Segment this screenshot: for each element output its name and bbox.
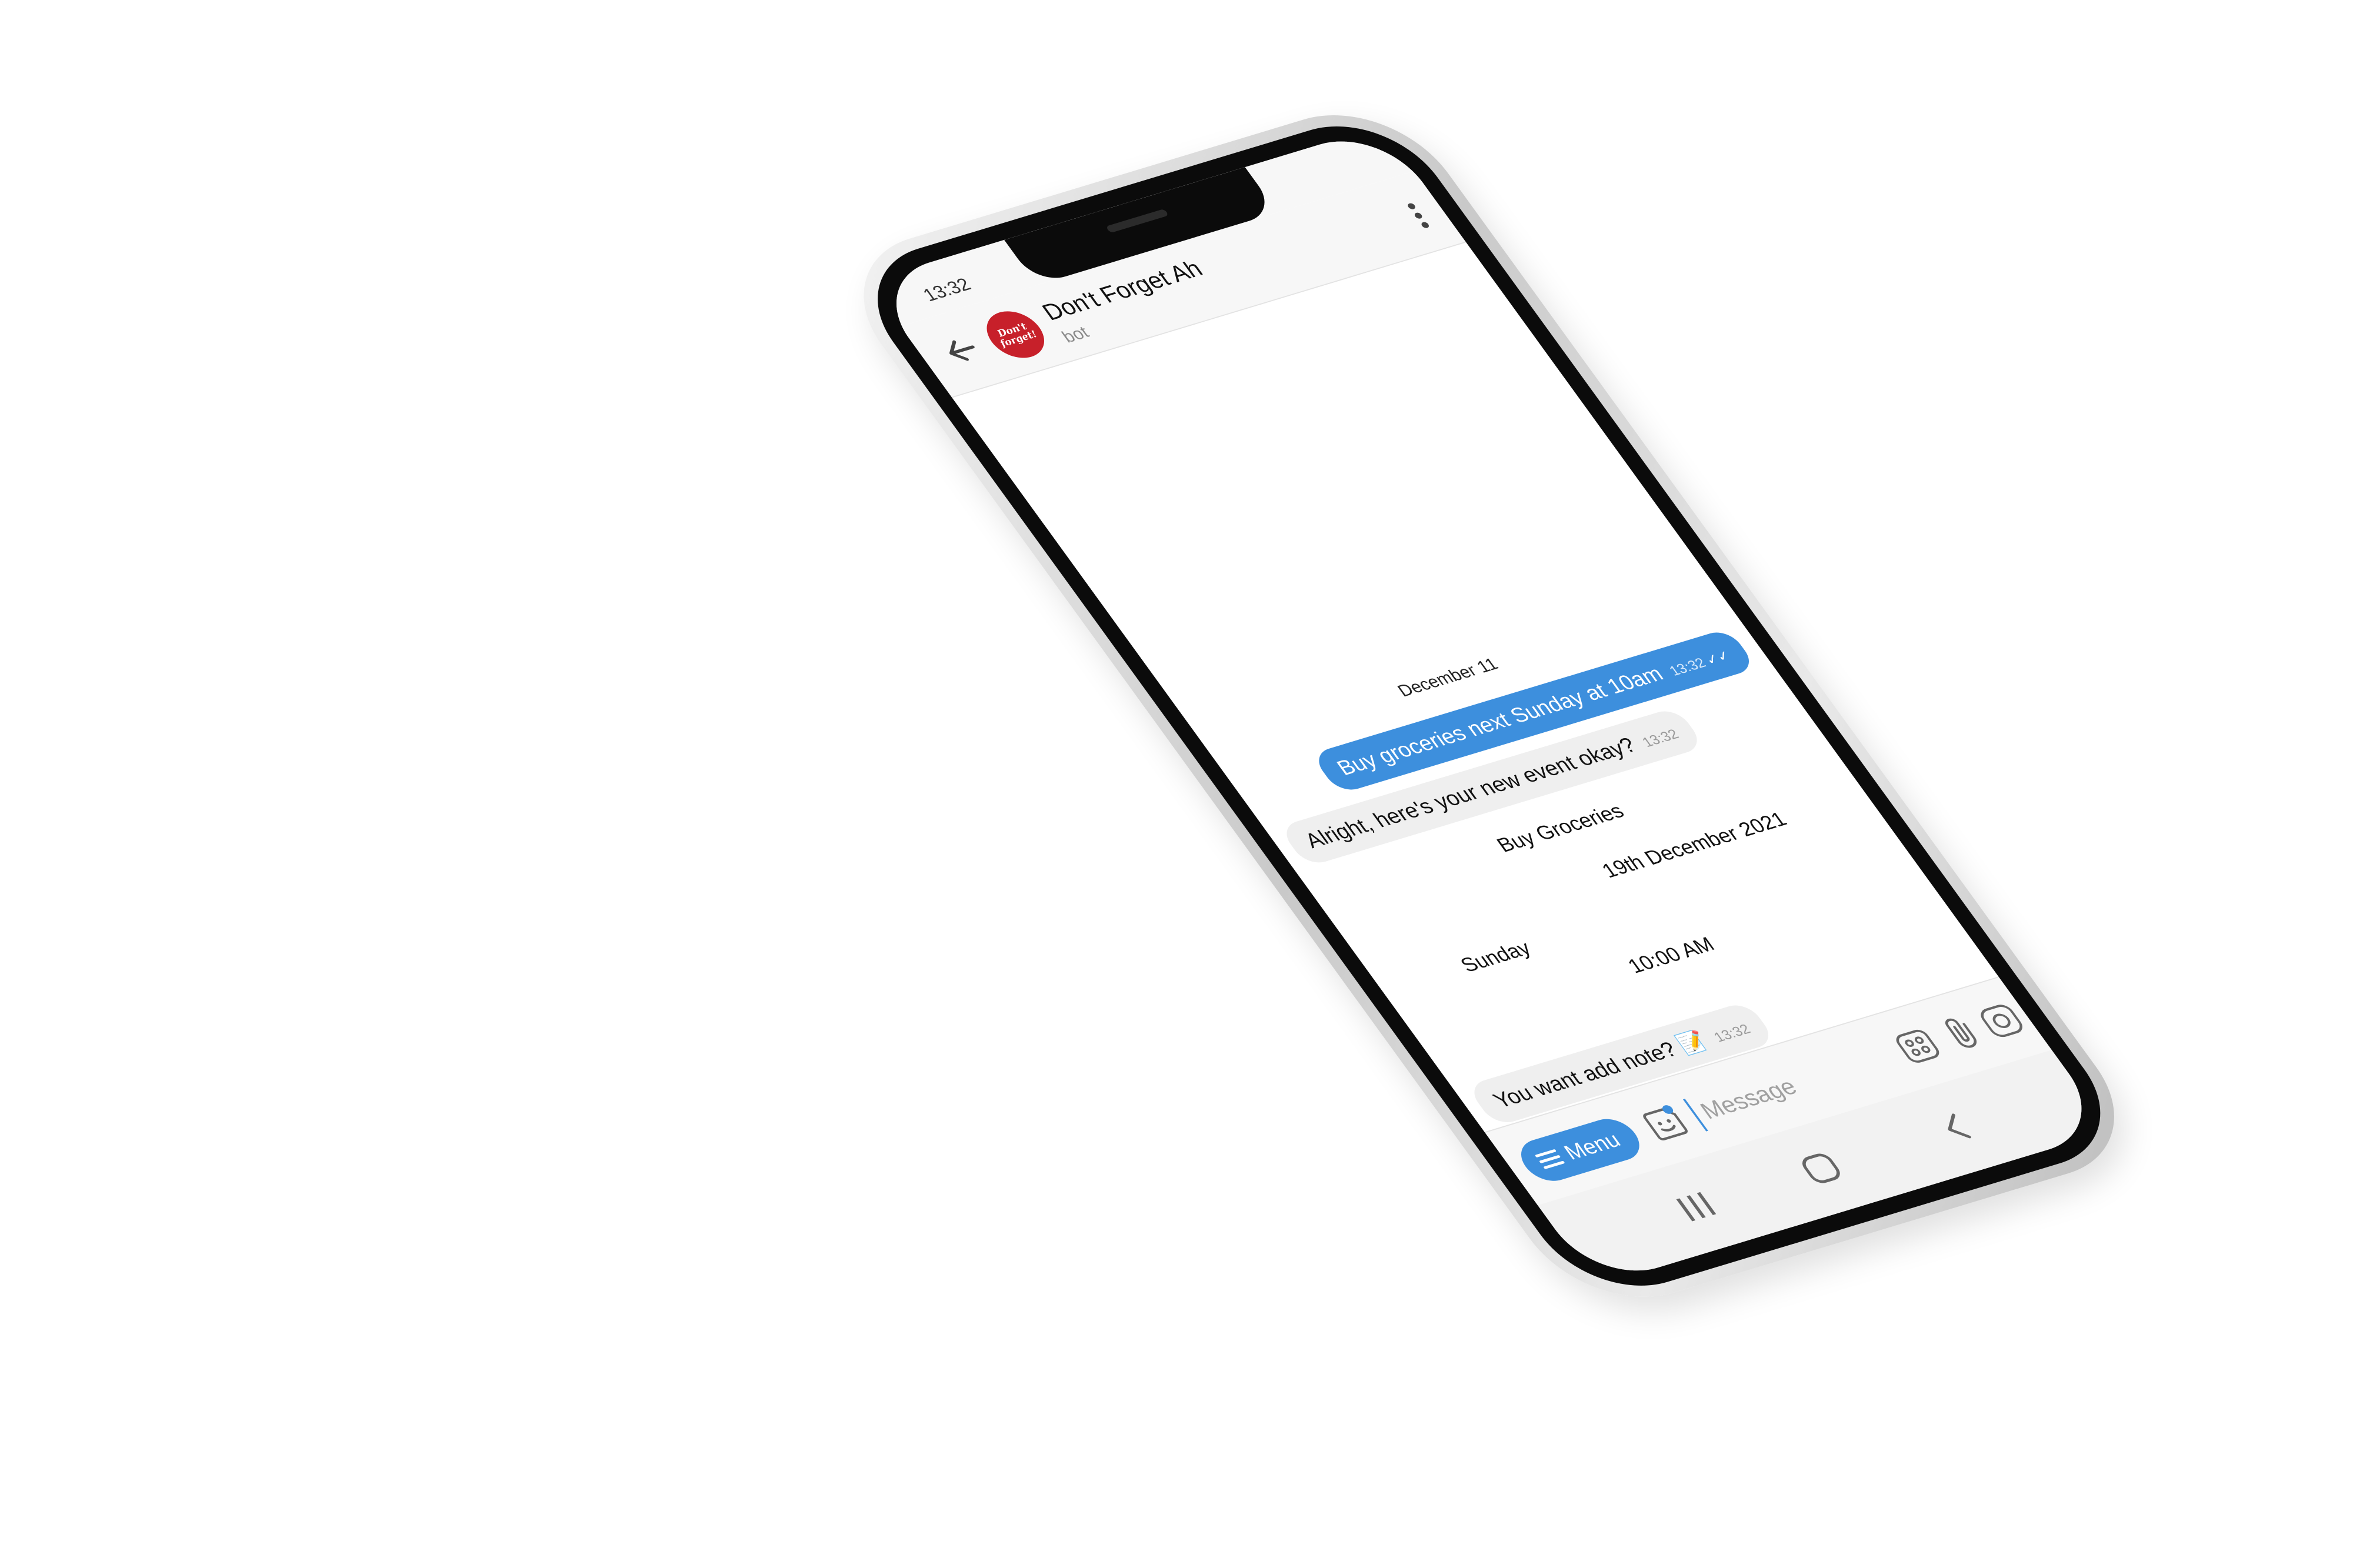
message-list[interactable]: December 11 Buy groceries next Sunday at… [952, 242, 1999, 1132]
message-time: 13:32 [1638, 726, 1682, 750]
event-day: Sunday [1456, 937, 1536, 977]
bot-avatar[interactable]: Don't forget! [975, 305, 1055, 364]
date-separator: December 11 [1393, 654, 1502, 700]
chat-subtitle: bot [1058, 322, 1093, 346]
event-time: 10:00 AM [1623, 933, 1719, 978]
message-time: 13:32 [1710, 1020, 1754, 1045]
read-ticks-icon: ✓✓ [1701, 647, 1734, 668]
nav-home-icon[interactable] [1793, 1148, 1849, 1189]
phone-mockup: 13:32 Don't forget! Don't Forget Ah bot [824, 93, 2155, 1319]
status-time: 13:32 [919, 274, 975, 306]
back-arrow-icon[interactable] [935, 330, 989, 370]
hamburger-icon [1535, 1149, 1565, 1169]
bot-menu-button[interactable]: Menu [1511, 1113, 1649, 1186]
message-time: 13:32 [1665, 655, 1709, 679]
stage: 13:32 Don't forget! Don't Forget Ah bot [0, 0, 2353, 1568]
speaker-grill [1105, 208, 1169, 233]
nav-back-icon[interactable] [1931, 1108, 1982, 1146]
kebab-menu-icon[interactable] [1403, 200, 1434, 231]
sticker-icon[interactable] [1636, 1102, 1695, 1145]
menu-button-label: Menu [1559, 1127, 1625, 1165]
nav-recents-icon[interactable] [1668, 1187, 1724, 1226]
phone-screen: 13:32 Don't forget! Don't Forget Ah bot [867, 125, 2111, 1286]
avatar-logo-text: Don't forget! [995, 321, 1040, 349]
event-title: Buy Groceries [1492, 800, 1629, 857]
